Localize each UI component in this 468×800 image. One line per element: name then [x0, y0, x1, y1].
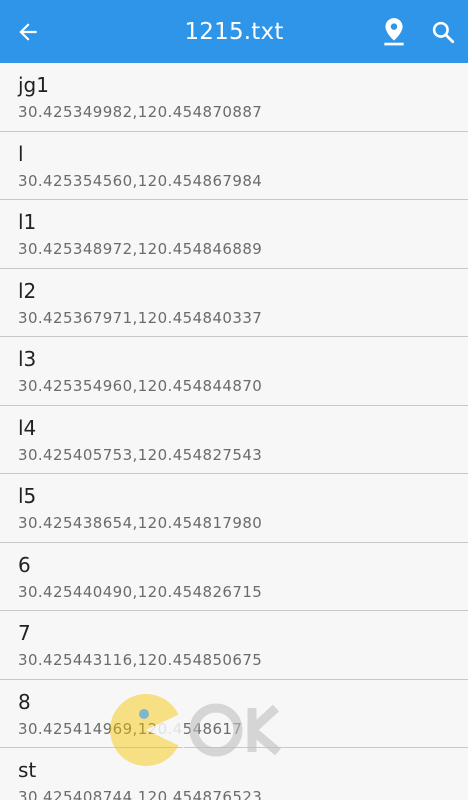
list-item[interactable]: 7 30.425443116,120.454850675 — [0, 611, 468, 680]
list-item[interactable]: l 30.425354560,120.454867984 — [0, 131, 468, 200]
list-item[interactable]: l4 30.425405753,120.454827543 — [0, 405, 468, 474]
point-name: l1 — [18, 210, 37, 234]
map-pin-icon — [384, 18, 404, 46]
point-list[interactable]: jg1 30.425349982,120.454870887 l 30.4253545… — [0, 63, 468, 800]
point-name: 6 — [18, 552, 31, 577]
list-item[interactable]: l5 30.425438654,120.454817980 — [0, 474, 468, 543]
location-button[interactable] — [374, 12, 414, 52]
list-item[interactable]: 8 30.425414969,120.4548617 — [0, 679, 468, 748]
point-coordinates: 30.425408744,120.454876523 — [18, 788, 263, 800]
search-button[interactable] — [423, 12, 463, 52]
point-coordinates: 30.425349982,120.454870887 — [18, 103, 263, 121]
point-coordinates: 30.425414969,120.4548617 — [18, 719, 243, 738]
point-coordinates: 30.425354560,120.454867984 — [18, 171, 263, 190]
list-item[interactable]: jg1 30.425349982,120.454870887 — [0, 63, 468, 132]
point-name: l2 — [18, 278, 37, 303]
point-coordinates: 30.425348972,120.454846889 — [18, 240, 263, 258]
point-coordinates: 30.425440490,120.454826715 — [18, 582, 263, 601]
point-name: 7 — [18, 621, 31, 645]
point-coordinates: 30.425405753,120.454827543 — [18, 445, 263, 464]
point-name: l3 — [18, 347, 37, 371]
point-name: jg1 — [18, 73, 49, 97]
point-coordinates: 30.425367971,120.454840337 — [18, 308, 263, 327]
app-bar: 1215.txt — [0, 0, 468, 63]
point-name: l — [18, 141, 24, 166]
list-item[interactable]: l1 30.425348972,120.454846889 — [0, 200, 468, 269]
search-icon — [432, 21, 455, 44]
point-name: st — [18, 758, 37, 782]
point-coordinates: 30.425438654,120.454817980 — [18, 514, 263, 532]
list-item[interactable]: st 30.425408744,120.454876523 — [0, 748, 468, 800]
point-name: l4 — [18, 415, 37, 440]
point-coordinates: 30.425354960,120.454844870 — [18, 377, 263, 395]
list-item[interactable]: l3 30.425354960,120.454844870 — [0, 337, 468, 406]
list-item[interactable]: 6 30.425440490,120.454826715 — [0, 542, 468, 611]
list-item[interactable]: l2 30.425367971,120.454840337 — [0, 268, 468, 337]
point-name: l5 — [18, 484, 37, 508]
point-coordinates: 30.425443116,120.454850675 — [18, 651, 263, 669]
point-name: 8 — [18, 689, 31, 714]
